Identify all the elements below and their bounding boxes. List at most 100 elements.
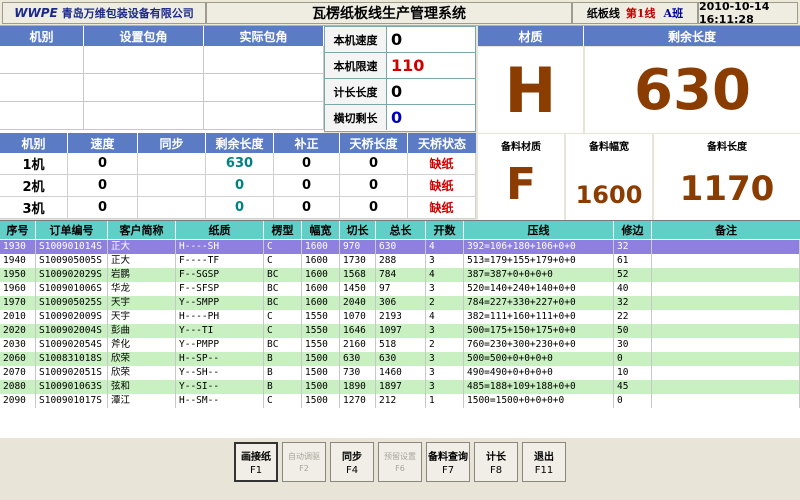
order-crease: 500=500+0+0+0+0 (464, 352, 614, 366)
cut-remain-label: 横切剩长 (325, 105, 387, 130)
order-table[interactable]: 序号 订单编号 客户简称 纸质 楞型 幅宽 切长 总长 开数 压线 修边 备注 … (0, 220, 800, 438)
order-remark (652, 268, 800, 282)
order-seq: 1940 (0, 254, 36, 268)
order-cuts: 4 (426, 240, 464, 254)
order-cut-length: 1070 (340, 310, 376, 324)
order-total-length: 288 (376, 254, 426, 268)
reserve-settings-button[interactable]: 预留设置 F6 (378, 442, 422, 482)
machine-bridge-status: 缺纸 (408, 197, 476, 219)
order-customer: 欣荣 (108, 352, 176, 366)
order-customer: 弦和 (108, 380, 176, 394)
machine-speed-label: 本机速度 (325, 27, 387, 52)
order-customer: 斧化 (108, 338, 176, 352)
remaining-length-header: 剩余长度 (584, 26, 800, 46)
machine-header-sync: 同步 (138, 133, 206, 153)
table-row[interactable]: 2080 S100901063S 弦和 Y--SI-- B 1500 1890 1897 3 48… (0, 380, 800, 394)
machine-correction: 0 (274, 153, 340, 175)
order-no: S100905005S (36, 254, 108, 268)
order-paper: Y---TI (176, 324, 264, 338)
order-width: 1500 (302, 366, 340, 380)
order-crease: 392=106+180+106+0+0 (464, 240, 614, 254)
angle-cell (84, 74, 204, 102)
machine-sync (138, 153, 206, 175)
speed-row-machine: 本机速度 0 (325, 27, 475, 53)
order-customer: 正大 (108, 240, 176, 254)
order-customer: 潭江 (108, 394, 176, 408)
table-row[interactable]: 1960 S100901006S 华龙 F--SFSP BC 1600 1450 97 3 520… (0, 282, 800, 296)
order-crease: 485=188+109+188+0+0 (464, 380, 614, 394)
angle-cell (204, 46, 324, 74)
order-paper: F--SFSP (176, 282, 264, 296)
sync-button[interactable]: 同步 F4 (330, 442, 374, 482)
table-row[interactable]: 2030 S100902054S 斧化 Y--PMPP BC 1550 2160 518 2 76… (0, 338, 800, 352)
order-header-width: 幅宽 (302, 221, 340, 239)
auto-adjust-button[interactable]: 自动调驱 F2 (282, 442, 326, 482)
material-query-button[interactable]: 备料查询 F7 (426, 442, 470, 482)
order-no: S100901017S (36, 394, 108, 408)
machine-correction: 0 (274, 197, 340, 219)
order-trim: 50 (614, 324, 652, 338)
machine-bridge-status: 缺纸 (408, 175, 476, 197)
order-remark (652, 380, 800, 394)
order-header-order-no: 订单编号 (36, 221, 108, 239)
table-row[interactable]: 2070 S100902051S 欣荣 Y--SH-- B 1500 730 1460 3 490… (0, 366, 800, 380)
order-cut-length: 630 (340, 352, 376, 366)
order-cuts: 3 (426, 324, 464, 338)
table-row[interactable]: 1950 S100902029S 岩鹏 F--SGSP BC 1600 1568 784 4 38… (0, 268, 800, 282)
order-remark (652, 324, 800, 338)
order-flute: C (264, 240, 302, 254)
order-crease: 490=490+0+0+0+0 (464, 366, 614, 380)
order-cut-length: 2160 (340, 338, 376, 352)
speed-row-cut-remain: 横切剩长 0 (325, 105, 475, 131)
order-flute: C (264, 310, 302, 324)
machine-bridge-length: 0 (340, 175, 408, 197)
table-row[interactable]: 2010 S100902009S 天宇 H----PH C 1550 1070 2193 4 38… (0, 310, 800, 324)
table-row[interactable]: 1930 S100901014S 正大 H----SH C 1600 970 630 4 392=… (0, 240, 800, 254)
angle-header-actual: 实际包角 (204, 26, 324, 46)
order-seq: 1970 (0, 296, 36, 310)
button-key: F1 (249, 465, 263, 476)
exit-button[interactable]: 退出 F11 (522, 442, 566, 482)
order-customer: 彭曲 (108, 324, 176, 338)
table-row[interactable]: 2060 S100831018S 欣荣 H--SP-- B 1500 630 630 3 500=… (0, 352, 800, 366)
table-row[interactable]: 2020 S100902004S 彭曲 Y---TI C 1550 1646 1097 3 500… (0, 324, 800, 338)
order-total-length: 1097 (376, 324, 426, 338)
order-trim: 32 (614, 240, 652, 254)
order-flute: BC (264, 296, 302, 310)
paste-paper-button[interactable]: 画接纸 F1 (234, 442, 278, 482)
button-label: 备料查询 (428, 452, 468, 463)
count-length-button[interactable]: 计长 F8 (474, 442, 518, 482)
order-trim: 0 (614, 394, 652, 408)
order-no: S100902051S (36, 366, 108, 380)
order-paper: Y--SMPP (176, 296, 264, 310)
order-customer: 正大 (108, 254, 176, 268)
order-cuts: 3 (426, 282, 464, 296)
order-paper: F--SGSP (176, 268, 264, 282)
order-total-length: 1460 (376, 366, 426, 380)
order-customer: 欣荣 (108, 366, 176, 380)
machine-correction: 0 (274, 175, 340, 197)
function-button-bar: 画接纸 F1 自动调驱 F2 同步 F4 预留设置 F6 备料查询 F7 计长 … (0, 438, 800, 500)
order-no: S100831018S (36, 352, 108, 366)
machine-header-bridge-length: 天桥长度 (340, 133, 408, 153)
order-header-remark: 备注 (652, 221, 800, 239)
order-paper: H----PH (176, 310, 264, 324)
order-header-cut-length: 切长 (340, 221, 376, 239)
order-cuts: 4 (426, 310, 464, 324)
order-crease: 500=175+150+175+0+0 (464, 324, 614, 338)
order-width: 1600 (302, 296, 340, 310)
order-cut-length: 1270 (340, 394, 376, 408)
speed-row-count-length: 计长长度 0 (325, 79, 475, 105)
order-remark (652, 310, 800, 324)
table-row[interactable]: 2090 S100901017S 潭江 H--SM-- C 1500 1270 212 1 150… (0, 394, 800, 408)
button-label: 同步 (342, 452, 362, 463)
order-paper: Y--SI-- (176, 380, 264, 394)
order-cut-length: 1730 (340, 254, 376, 268)
order-seq: 2020 (0, 324, 36, 338)
button-key: F4 (345, 465, 359, 476)
table-row[interactable]: 1940 S100905005S 正大 F----TF C 1600 1730 288 3 513… (0, 254, 800, 268)
order-flute: BC (264, 338, 302, 352)
order-paper: F----TF (176, 254, 264, 268)
order-seq: 1950 (0, 268, 36, 282)
table-row[interactable]: 1970 S100905025S 天宇 Y--SMPP BC 1600 2040 306 2 78… (0, 296, 800, 310)
